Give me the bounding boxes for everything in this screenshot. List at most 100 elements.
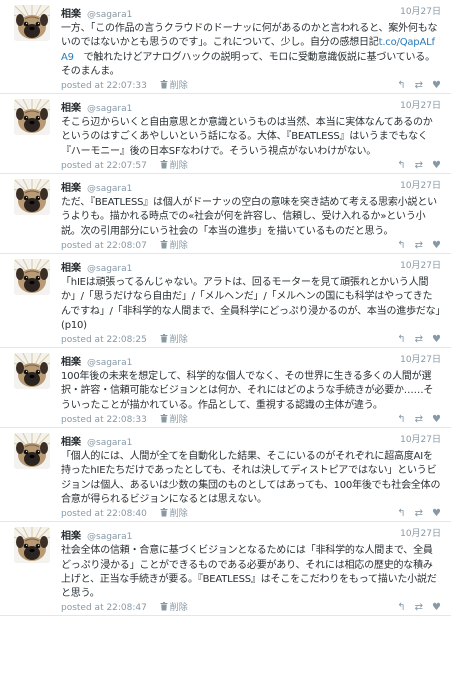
- delete-button[interactable]: 削除: [160, 414, 188, 426]
- posted-timestamp[interactable]: posted at 22:07:33: [61, 81, 147, 91]
- reply-icon[interactable]: ↰: [397, 334, 405, 345]
- delete-button[interactable]: 削除: [160, 239, 188, 251]
- tweet-text: 一方、「この作品の言うクラウドのドーナッに何があるのかと言われると、案外何もない…: [61, 22, 441, 79]
- trash-icon: [160, 602, 168, 611]
- tweet-text-body: 「hIEは頑張ってるんじゃない。アラトは、回るモーターを見て頑張れとかいう人間か…: [61, 276, 441, 331]
- posted-timestamp[interactable]: posted at 22:08:33: [61, 415, 147, 425]
- author-name[interactable]: 相楽: [61, 531, 81, 542]
- tweet-text: 社会全体の信頼・合意に基づくビジョンとなるためには「非科学的な人間まで、全員どっ…: [61, 544, 441, 601]
- delete-button[interactable]: 削除: [160, 160, 188, 172]
- tweet-actions: ↰ ⇄ ♥: [388, 413, 441, 427]
- retweet-icon[interactable]: ⇄: [415, 240, 423, 251]
- reply-icon[interactable]: ↰: [397, 414, 405, 425]
- posted-timestamp[interactable]: posted at 22:08:07: [61, 241, 147, 251]
- retweet-icon[interactable]: ⇄: [415, 602, 423, 613]
- trash-icon: [160, 508, 168, 517]
- tweet-text: そこら辺からいくと自由意思とか意識というものは当然、本当に実体なんてあるのかとい…: [61, 116, 441, 159]
- author-handle[interactable]: @sagara1: [87, 438, 132, 448]
- trash-icon: [160, 160, 168, 169]
- trash-icon: [160, 239, 168, 249]
- author-name[interactable]: 相楽: [61, 357, 81, 368]
- author-name[interactable]: 相楽: [61, 263, 81, 274]
- avatar[interactable]: [14, 5, 50, 41]
- tweet-text-tail: で触れたけどアナログハックの説明って、モロに受動意識仮説に基づいている。そのまん…: [61, 51, 435, 77]
- heart-icon[interactable]: ♥: [432, 334, 441, 345]
- delete-label: 削除: [169, 81, 188, 92]
- tweet-date[interactable]: 10月27日: [400, 352, 441, 368]
- tweet-text: ただ、『BEATLESS』は個人がドーナッの空白の意味を突き詰めて考える思索小説…: [61, 196, 441, 239]
- avatar[interactable]: [14, 433, 50, 470]
- tweet: 相楽 @sagara1 10月27日 一方、「この作品の言うクラウドのドーナッに何…: [0, 0, 451, 95]
- tweet-text-body: そこら辺からいくと自由意思とか意識というものは当然、本当に実体なんてあるのかとい…: [61, 117, 433, 157]
- heart-icon[interactable]: ♥: [432, 508, 441, 519]
- author-name[interactable]: 相楽: [61, 437, 81, 448]
- tweet: 相楽 @sagara1 10月27日 「個人的には、人間が全てを自動化した結果、そ…: [0, 428, 451, 523]
- posted-timestamp[interactable]: posted at 22:08:47: [61, 603, 147, 613]
- posted-timestamp[interactable]: posted at 22:08:40: [61, 509, 147, 519]
- tweet-text-body: ただ、『BEATLESS』は個人がドーナッの空白の意味を突き詰めて考える思索小説…: [61, 197, 437, 237]
- heart-icon[interactable]: ♥: [432, 80, 441, 91]
- avatar[interactable]: [14, 99, 50, 136]
- avatar[interactable]: [14, 353, 50, 390]
- posted-timestamp[interactable]: posted at 22:07:57: [61, 161, 147, 171]
- retweet-icon[interactable]: ⇄: [415, 508, 423, 519]
- author-name[interactable]: 相楽: [61, 103, 81, 114]
- delete-label: 削除: [169, 415, 188, 426]
- tweet-text-body: 「個人的には、人間が全てを自動化した結果、そこにいるのがそれぞれに超高度AIを持…: [61, 451, 441, 505]
- delete-button[interactable]: 削除: [160, 334, 188, 346]
- retweet-icon[interactable]: ⇄: [415, 160, 423, 171]
- delete-label: 削除: [169, 161, 188, 172]
- avatar[interactable]: [14, 527, 50, 564]
- tweet-actions: ↰ ⇄ ♥: [388, 507, 441, 521]
- author-handle[interactable]: @sagara1: [87, 184, 132, 194]
- tweet-actions: ↰ ⇄ ♥: [388, 601, 441, 615]
- author-handle[interactable]: @sagara1: [87, 532, 132, 542]
- author-handle[interactable]: @sagara1: [87, 10, 132, 20]
- delete-label: 削除: [169, 335, 188, 346]
- avatar[interactable]: [14, 179, 50, 216]
- heart-icon[interactable]: ♥: [432, 160, 441, 171]
- retweet-icon[interactable]: ⇄: [415, 80, 423, 91]
- heart-icon[interactable]: ♥: [432, 414, 441, 425]
- tweet: 相楽 @sagara1 10月27日 社会全体の信頼・合意に基づくビジョンとなるた…: [0, 522, 451, 617]
- tweet-text: 100年後の未来を想定して、科学的な個人でなく、その世界に生きる多くの人間が選択…: [61, 370, 441, 413]
- author-handle[interactable]: @sagara1: [87, 358, 132, 368]
- delete-button[interactable]: 削除: [160, 80, 188, 92]
- tweet-date[interactable]: 10月27日: [400, 98, 441, 114]
- delete-label: 削除: [169, 509, 188, 520]
- reply-icon[interactable]: ↰: [397, 508, 405, 519]
- heart-icon[interactable]: ♥: [432, 240, 441, 251]
- tweet-actions: ↰ ⇄ ♥: [388, 333, 441, 347]
- author-name[interactable]: 相楽: [61, 183, 81, 194]
- tweet: 相楽 @sagara1 10月27日 そこら辺からいくと自由意思とか意識というもの…: [0, 94, 451, 175]
- tweet-date[interactable]: 10月27日: [400, 526, 441, 542]
- tweet-date[interactable]: 10月27日: [400, 258, 441, 274]
- trash-icon: [160, 80, 168, 89]
- reply-icon[interactable]: ↰: [397, 80, 405, 91]
- avatar[interactable]: [14, 258, 50, 295]
- delete-button[interactable]: 削除: [160, 602, 188, 613]
- tweet-actions: ↰ ⇄ ♥: [388, 159, 441, 173]
- tweet-timeline: 相楽 @sagara1 10月27日 一方、「この作品の言うクラウドのドーナッに何…: [0, 0, 451, 617]
- reply-icon[interactable]: ↰: [397, 160, 405, 171]
- tweet-date[interactable]: 10月27日: [400, 178, 441, 194]
- tweet: 相楽 @sagara1 10月27日 「hIEは頑張ってるんじゃない。アラトは、回…: [0, 254, 451, 349]
- trash-icon: [160, 334, 168, 343]
- author-handle[interactable]: @sagara1: [87, 104, 132, 114]
- retweet-icon[interactable]: ⇄: [415, 414, 423, 425]
- reply-icon[interactable]: ↰: [397, 240, 405, 251]
- author-handle[interactable]: @sagara1: [87, 264, 132, 274]
- reply-icon[interactable]: ↰: [397, 602, 405, 613]
- tweet-text: 「hIEは頑張ってるんじゃない。アラトは、回るモーターを見て頑張れとかいう人間か…: [61, 276, 441, 333]
- posted-timestamp[interactable]: posted at 22:08:25: [61, 335, 147, 345]
- retweet-icon[interactable]: ⇄: [415, 334, 423, 345]
- heart-icon[interactable]: ♥: [432, 602, 441, 613]
- tweet-date[interactable]: 10月27日: [400, 432, 441, 448]
- author-name[interactable]: 相楽: [61, 9, 81, 20]
- trash-icon: [160, 414, 168, 423]
- tweet: 相楽 @sagara1 10月27日 100年後の未来を想定して、科学的な個人でな…: [0, 348, 451, 429]
- tweet-text-body: 社会全体の信頼・合意に基づくビジョンとなるためには「非科学的な人間まで、全員どっ…: [61, 545, 437, 600]
- tweet: 相楽 @sagara1 10月27日 ただ、『BEATLESS』は個人がドーナッの…: [0, 174, 451, 254]
- tweet-date[interactable]: 10月27日: [400, 4, 441, 20]
- delete-button[interactable]: 削除: [160, 508, 188, 520]
